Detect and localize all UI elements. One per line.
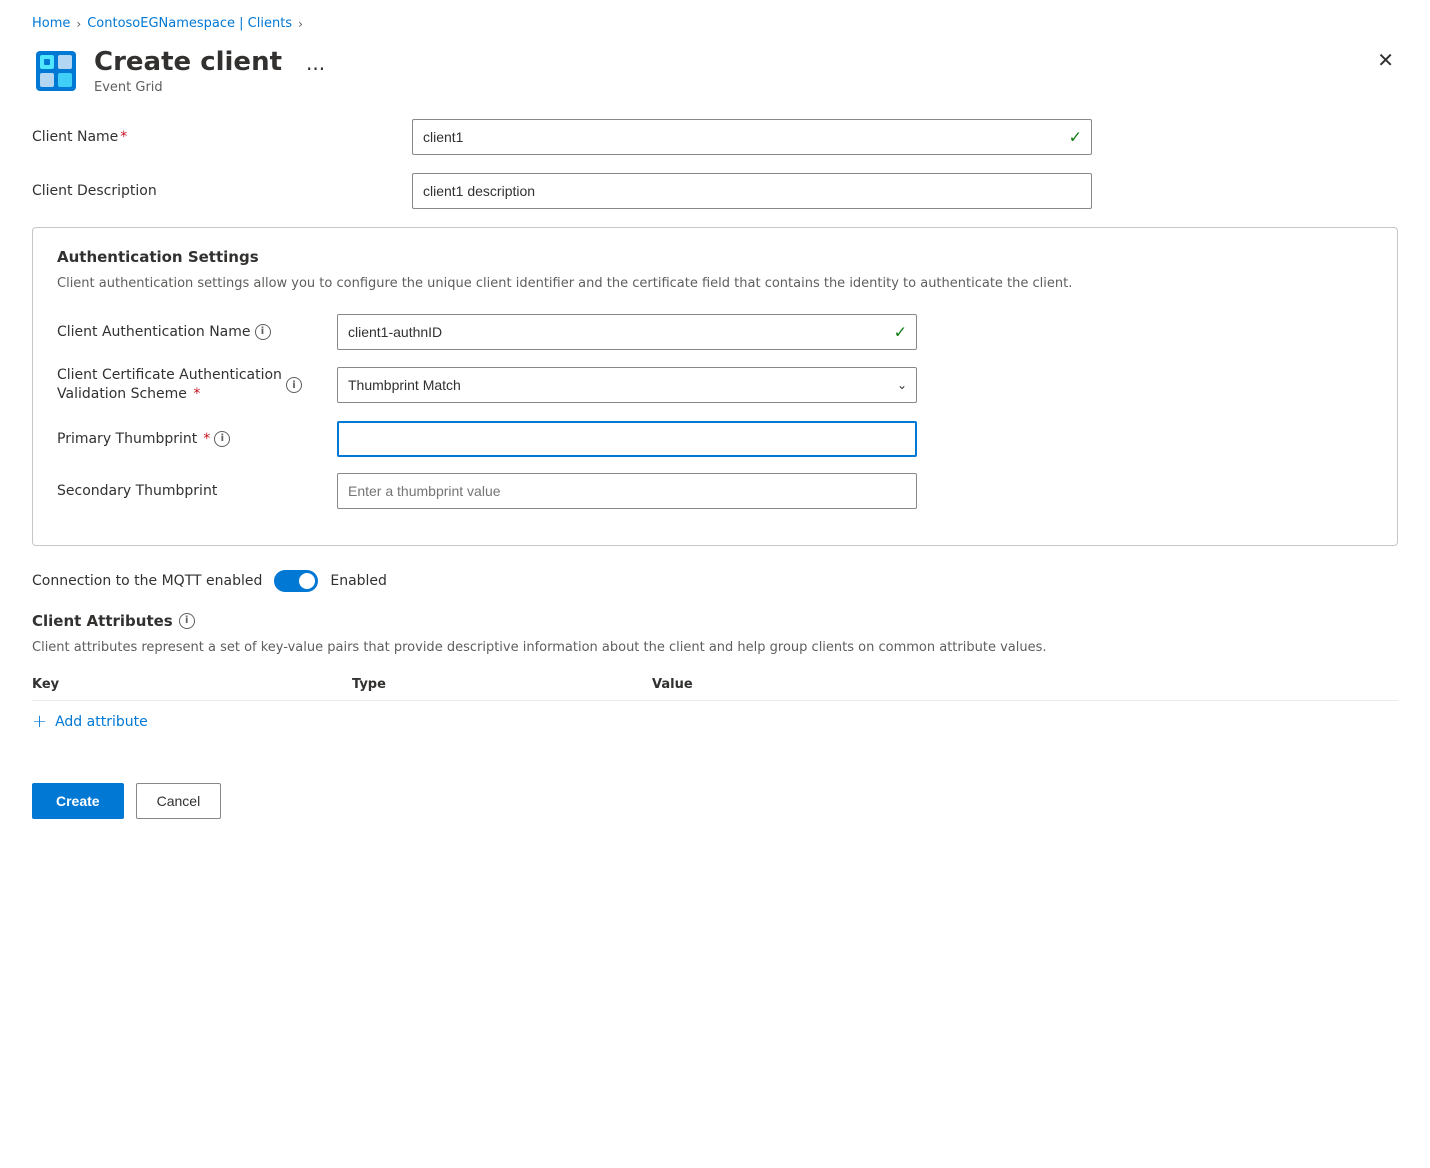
page-subtitle: Event Grid (94, 80, 325, 95)
col-key-header: Key (32, 677, 352, 692)
cert-scheme-row: Client Certificate Authentication Valida… (57, 366, 1373, 405)
app-icon (32, 47, 80, 95)
header-text: Create client ... Event Grid (94, 47, 325, 95)
client-name-check-icon: ✓ (1069, 128, 1082, 147)
client-attributes-info-icon[interactable]: i (179, 613, 195, 629)
primary-thumbprint-required: * (203, 431, 210, 447)
primary-thumbprint-row: Primary Thumbprint * i (57, 421, 1373, 457)
primary-thumbprint-label: Primary Thumbprint * i (57, 431, 337, 447)
client-desc-row: Client Description (32, 173, 1398, 209)
add-icon: + (32, 713, 47, 731)
secondary-thumbprint-row: Secondary Thumbprint (57, 473, 1373, 509)
close-button[interactable]: ✕ (1373, 47, 1398, 75)
auth-name-row: Client Authentication Name i ✓ (57, 314, 1373, 350)
breadcrumb-namespace[interactable]: ContosoEGNamespace | Clients (87, 16, 292, 31)
add-attribute-button[interactable]: + Add attribute (32, 709, 1398, 735)
auth-name-input[interactable] (337, 314, 917, 350)
create-button[interactable]: Create (32, 783, 124, 819)
add-attribute-label: Add attribute (55, 714, 148, 730)
mqtt-label: Connection to the MQTT enabled (32, 573, 262, 589)
client-attributes-title: Client Attributes i (32, 612, 1398, 630)
auth-name-control: ✓ (337, 314, 917, 350)
primary-thumbprint-info-icon[interactable]: i (214, 431, 230, 447)
breadcrumb: Home › ContosoEGNamespace | Clients › (32, 16, 1398, 31)
client-name-label: Client Name* (32, 129, 412, 145)
primary-thumbprint-control (337, 421, 917, 457)
cert-scheme-required: * (193, 386, 200, 402)
mqtt-row: Connection to the MQTT enabled Enabled (32, 570, 1398, 592)
primary-thumbprint-input[interactable] (337, 421, 917, 457)
cert-scheme-select[interactable]: Thumbprint Match Subject Matches Authent… (337, 367, 917, 403)
auth-name-info-icon[interactable]: i (255, 324, 271, 340)
col-type-header: Type (352, 677, 652, 692)
cert-scheme-label: Client Certificate Authentication Valida… (57, 366, 337, 405)
page-header: Create client ... Event Grid ✕ (32, 47, 1398, 95)
mqtt-toggle[interactable] (274, 570, 318, 592)
cert-scheme-control: Thumbprint Match Subject Matches Authent… (337, 367, 917, 403)
auth-name-check-icon: ✓ (894, 322, 907, 341)
auth-settings-desc: Client authentication settings allow you… (57, 274, 1373, 294)
client-attributes-section: Client Attributes i Client attributes re… (32, 612, 1398, 736)
breadcrumb-sep-1: › (76, 17, 81, 31)
cancel-button[interactable]: Cancel (136, 783, 222, 819)
client-name-required: * (120, 129, 127, 145)
secondary-thumbprint-control (337, 473, 917, 509)
client-desc-input[interactable] (412, 173, 1092, 209)
secondary-thumbprint-label: Secondary Thumbprint (57, 483, 337, 499)
auth-settings-title: Authentication Settings (57, 248, 1373, 266)
header-left: Create client ... Event Grid (32, 47, 325, 95)
form-footer: Create Cancel (32, 767, 1398, 819)
auth-settings-box: Authentication Settings Client authentic… (32, 227, 1398, 546)
more-options-button[interactable]: ... (306, 51, 325, 75)
breadcrumb-home[interactable]: Home (32, 16, 70, 31)
client-name-control: ✓ (412, 119, 1092, 155)
breadcrumb-sep-2: › (298, 17, 303, 31)
page-title: Create client (94, 47, 282, 78)
auth-name-label: Client Authentication Name i (57, 324, 337, 340)
client-attributes-desc: Client attributes represent a set of key… (32, 638, 1398, 658)
client-name-row: Client Name* ✓ (32, 119, 1398, 155)
attributes-table-header: Key Type Value (32, 677, 1398, 701)
mqtt-status: Enabled (330, 573, 387, 589)
client-desc-control (412, 173, 1092, 209)
cert-scheme-info-icon[interactable]: i (286, 377, 302, 393)
client-name-input[interactable] (412, 119, 1092, 155)
client-desc-label: Client Description (32, 183, 412, 199)
secondary-thumbprint-input[interactable] (337, 473, 917, 509)
col-value-header: Value (652, 677, 1398, 692)
